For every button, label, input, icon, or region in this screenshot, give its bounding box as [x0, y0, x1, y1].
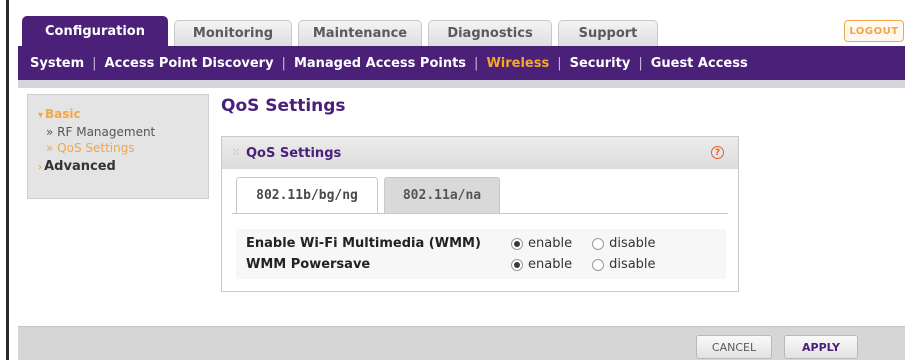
powersave-enable-label: enable — [528, 257, 573, 272]
panel-title: QoS Settings — [246, 145, 342, 161]
tab-diagnostics[interactable]: Diagnostics — [428, 20, 552, 46]
qos-settings-panel: ⁙ QoS Settings ? 802.11b/bg/ng 802.11a/n… — [221, 136, 739, 292]
powersave-enable-radio[interactable]: enable — [511, 257, 572, 272]
panel-header: ⁙ QoS Settings ? — [222, 137, 738, 169]
radio-selected-icon — [511, 258, 523, 271]
help-icon[interactable]: ? — [711, 146, 724, 159]
radio-unselected-icon — [592, 237, 605, 250]
subnav-security[interactable]: Security — [562, 56, 639, 71]
left-menu: ▾ Basic » RF Management » QoS Settings › A… — [27, 94, 209, 199]
apply-button[interactable]: APPLY — [784, 335, 858, 359]
header-divider — [18, 80, 905, 88]
cancel-button[interactable]: CANCEL — [696, 335, 772, 359]
tabs-baseline — [232, 213, 728, 214]
menu-advanced-label: Advanced — [44, 159, 116, 174]
wmm-enable-label: enable — [528, 236, 573, 251]
tab-802-11b-bg-ng[interactable]: 802.11b/bg/ng — [236, 177, 378, 213]
sub-navigation: System | Access Point Discovery | Manage… — [18, 46, 905, 80]
powersave-disable-radio[interactable]: disable — [592, 257, 656, 272]
wmm-disable-label: disable — [609, 236, 656, 251]
main-tabs: Configuration Monitoring Maintenance Dia… — [18, 16, 905, 46]
radio-unselected-icon — [592, 258, 605, 271]
logout-button[interactable]: LOGOUT — [844, 20, 904, 42]
tab-monitoring[interactable]: Monitoring — [174, 20, 292, 46]
wmm-label: Enable Wi-Fi Multimedia (WMM) — [246, 236, 481, 251]
wmm-powersave-label: WMM Powersave — [246, 257, 371, 272]
subnav-access-point-discovery[interactable]: Access Point Discovery — [97, 56, 282, 71]
wmm-disable-radio[interactable]: disable — [592, 236, 656, 251]
subnav-managed-access-points[interactable]: Managed Access Points — [286, 56, 474, 71]
settings-rows: Enable Wi-Fi Multimedia (WMM) enable dis… — [236, 229, 726, 279]
menu-item-qos-settings[interactable]: » QoS Settings — [38, 141, 208, 155]
page-title: QoS Settings — [221, 96, 346, 116]
tab-support[interactable]: Support — [558, 20, 658, 46]
chevron-down-icon: ▾ — [38, 110, 44, 121]
menu-item-rf-management[interactable]: » RF Management — [38, 125, 208, 139]
chevron-right-icon: › — [38, 162, 43, 173]
tab-802-11a-na[interactable]: 802.11a/na — [384, 177, 500, 213]
wmm-enable-radio[interactable]: enable — [511, 236, 572, 251]
subnav-guest-access[interactable]: Guest Access — [643, 56, 756, 71]
subnav-wireless[interactable]: Wireless — [478, 56, 557, 71]
powersave-disable-label: disable — [609, 257, 656, 272]
menu-advanced[interactable]: › Advanced — [38, 159, 208, 174]
app-frame: Configuration Monitoring Maintenance Dia… — [6, 0, 905, 360]
menu-basic-label: Basic — [45, 107, 81, 121]
setting-row-wmm: Enable Wi-Fi Multimedia (WMM) enable dis… — [236, 233, 726, 254]
setting-row-wmm-powersave: WMM Powersave enable disable — [236, 254, 726, 275]
tab-configuration[interactable]: Configuration — [22, 16, 168, 46]
tab-maintenance[interactable]: Maintenance — [298, 20, 422, 46]
grip-icon: ⁙ — [232, 148, 240, 158]
footer-bar: CANCEL APPLY — [18, 326, 905, 360]
menu-basic[interactable]: ▾ Basic — [38, 107, 208, 121]
radio-selected-icon — [511, 237, 523, 250]
subnav-system[interactable]: System — [22, 56, 92, 71]
